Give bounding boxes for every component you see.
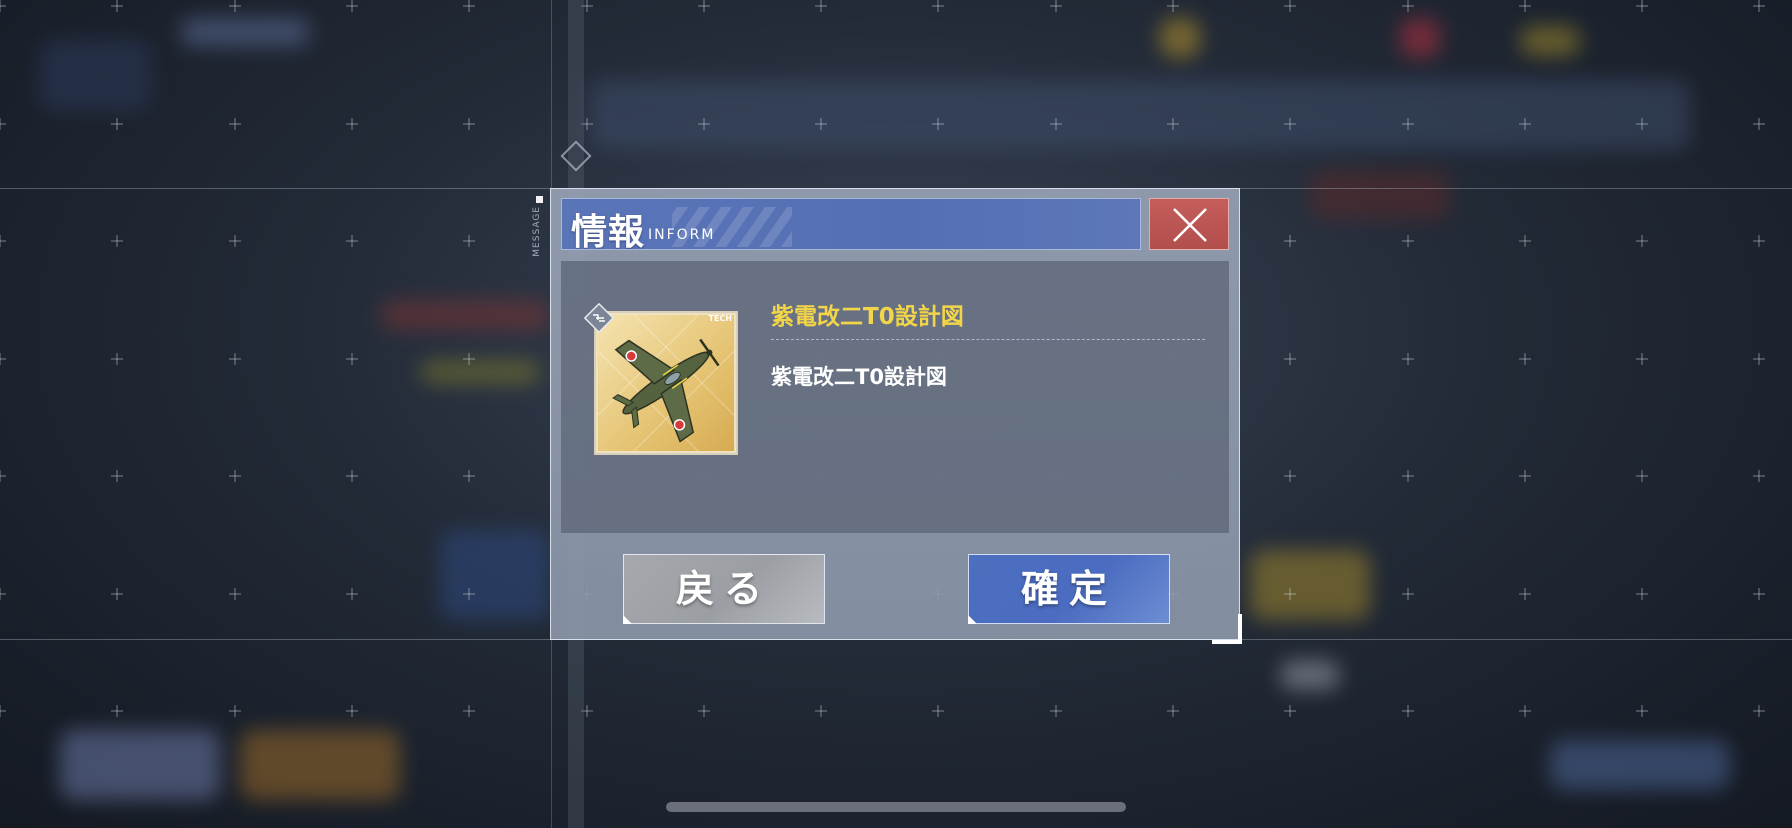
item-description: 紫電改二T0設計図 (771, 365, 947, 389)
tech-type-icon (584, 303, 614, 333)
item-card[interactable]: TECH (594, 311, 738, 455)
confirm-button[interactable]: 確定 (968, 554, 1170, 624)
dialog-subtitle: INFORM (648, 227, 716, 243)
back-button[interactable]: 戻る (623, 554, 825, 624)
dialog-content: TECH 紫電改二T0設計図 紫電改二T0設計図 (561, 261, 1229, 533)
dialog-title: 情報 (571, 211, 646, 250)
button-corner (623, 615, 632, 624)
side-label-dot (536, 196, 543, 203)
dialog-corner-mark (1212, 614, 1242, 644)
plane-blueprint-icon (598, 315, 734, 451)
close-icon (1173, 208, 1207, 242)
divider (771, 339, 1205, 340)
dialog-title-bar: 情報 INFORM (561, 198, 1141, 250)
button-corner (968, 615, 977, 624)
confirm-button-label: 確定 (1020, 566, 1117, 611)
home-indicator[interactable] (666, 802, 1126, 812)
info-dialog: 情報 INFORM TECH 紫電改二T0設計図 紫電改二T0設計図 戻る 確定 (550, 188, 1240, 640)
tech-badge: TECH (708, 314, 733, 323)
item-name: 紫電改二T0設計図 (771, 304, 964, 330)
side-label-message: MESSAGE (532, 206, 542, 257)
back-button-label: 戻る (675, 566, 772, 611)
close-button[interactable] (1149, 198, 1229, 250)
